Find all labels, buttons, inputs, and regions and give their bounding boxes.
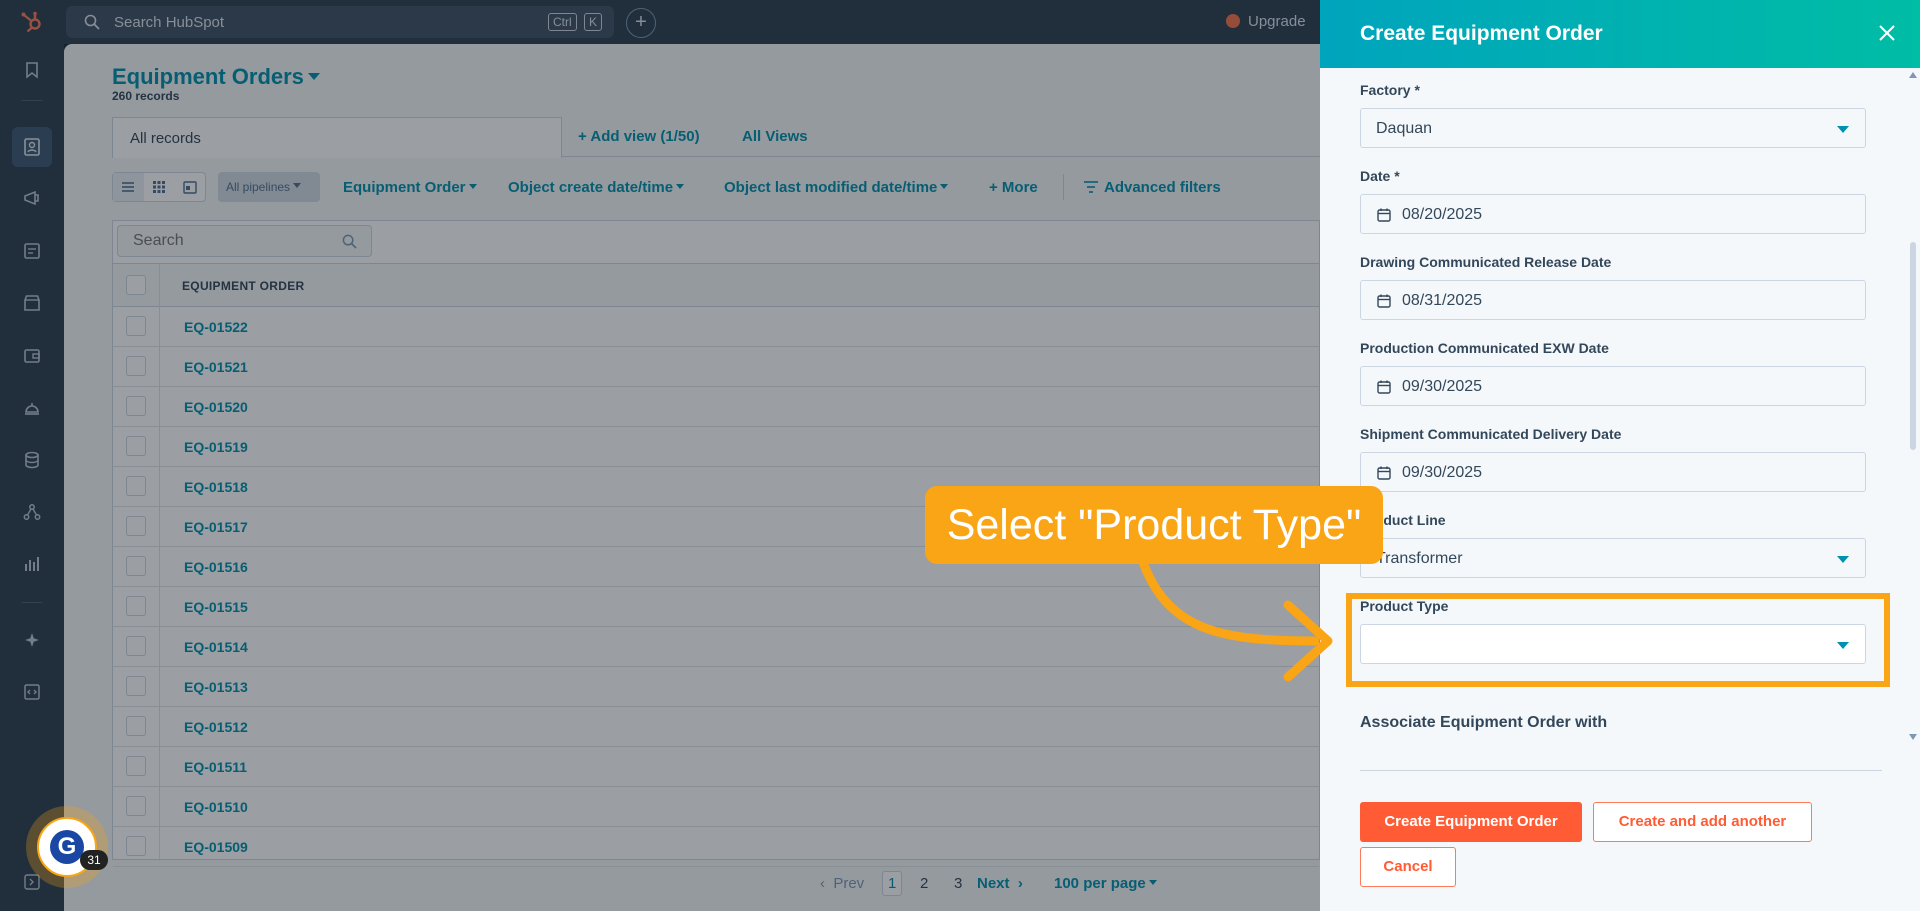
date-label: Date * bbox=[1360, 168, 1400, 184]
production-communicated-exw-date-date-input[interactable]: 09/30/2025 bbox=[1360, 366, 1866, 406]
shipment-communicated-delivery-date-value: 09/30/2025 bbox=[1402, 464, 1483, 481]
shipment-communicated-delivery-date-label: Shipment Communicated Delivery Date bbox=[1360, 426, 1622, 442]
drawing-communicated-release-date-date-input[interactable]: 08/31/2025 bbox=[1360, 280, 1866, 320]
assistant-badge[interactable]: G 31 bbox=[26, 806, 108, 888]
calendar-icon bbox=[1377, 208, 1391, 222]
associate-heading: Associate Equipment Order with bbox=[1360, 714, 1608, 731]
product-line-value: Transformer bbox=[1376, 550, 1463, 567]
create-record-panel: Create Equipment Order Factory * Daquan Da… bbox=[1320, 0, 1920, 911]
panel-title: Create Equipment Order bbox=[1360, 22, 1603, 45]
instruction-callout: Select "Product Type" bbox=[925, 486, 1383, 564]
date-date-input[interactable]: 08/20/2025 bbox=[1360, 194, 1866, 234]
factory-select[interactable]: Daquan bbox=[1360, 108, 1866, 148]
shipment-communicated-delivery-date-date-input[interactable]: 09/30/2025 bbox=[1360, 452, 1866, 492]
panel-scrollbar[interactable] bbox=[1906, 68, 1920, 748]
create-and-add-another-button[interactable]: Create and add another bbox=[1593, 802, 1812, 842]
date-value: 08/20/2025 bbox=[1402, 206, 1483, 223]
panel-header: Create Equipment Order bbox=[1320, 0, 1920, 68]
section-divider bbox=[1360, 770, 1882, 771]
drawing-communicated-release-date-label: Drawing Communicated Release Date bbox=[1360, 254, 1612, 270]
caret-down-icon bbox=[1837, 556, 1849, 563]
scrollbar-thumb[interactable] bbox=[1910, 242, 1916, 450]
calendar-icon bbox=[1377, 466, 1391, 480]
product-line-select[interactable]: Transformer bbox=[1360, 538, 1866, 578]
production-communicated-exw-date-value: 09/30/2025 bbox=[1402, 378, 1483, 395]
modal-backdrop[interactable] bbox=[0, 0, 1320, 911]
callout-arrow-icon bbox=[1139, 560, 1333, 682]
scroll-down-icon[interactable] bbox=[1909, 734, 1917, 740]
factory-value: Daquan bbox=[1376, 120, 1433, 137]
g-logo-icon: G bbox=[50, 830, 84, 864]
calendar-icon bbox=[1377, 380, 1391, 394]
cancel-button[interactable]: Cancel bbox=[1360, 847, 1456, 887]
calendar-icon bbox=[1377, 294, 1391, 308]
create-record-button[interactable]: Create Equipment Order bbox=[1360, 802, 1582, 842]
notification-count: 31 bbox=[80, 850, 108, 870]
drawing-communicated-release-date-value: 08/31/2025 bbox=[1402, 292, 1483, 309]
close-icon[interactable] bbox=[1876, 22, 1898, 44]
production-communicated-exw-date-label: Production Communicated EXW Date bbox=[1360, 340, 1609, 356]
highlight-box bbox=[1346, 593, 1890, 687]
scroll-up-icon[interactable] bbox=[1909, 72, 1917, 78]
factory-label: Factory * bbox=[1360, 82, 1420, 98]
caret-down-icon bbox=[1837, 126, 1849, 133]
